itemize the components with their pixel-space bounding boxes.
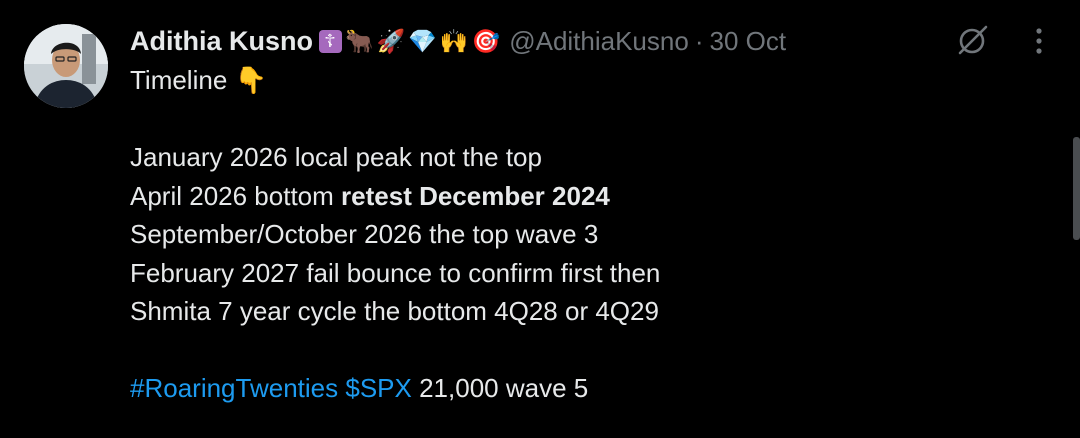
ox-emoji: 🐂 [345,27,375,54]
tweet-intro: Timeline [130,65,228,95]
avatar[interactable] [24,24,108,108]
tweet[interactable]: Adithia Kusno ☦ 🐂 🚀 💎 🙌 🎯 @AdithiaKusno … [0,0,1080,438]
author-badge-emojis: ☦ 🐂 🚀 💎 🙌 🎯 [319,28,503,55]
more-vertical-icon[interactable] [1028,24,1050,58]
timeline-line-1: January 2026 local peak not the top [130,142,542,172]
timeline-line-2-bold: retest December 2024 [341,180,610,211]
rocket-emoji: 🚀 [376,27,407,54]
separator-dot: · [694,25,704,56]
tweet-text: Timeline 👇 January 2026 local peak not t… [130,61,660,408]
scrollbar[interactable] [1073,137,1080,240]
timeline-line-2-text: April 2026 bottom [130,180,334,211]
gem-emoji: 💎 [408,27,438,54]
timeline-line-3: September/October 2026 the top wave 3 [130,219,599,249]
pointing-down-emoji: 👇 [234,65,267,95]
cashtag-link[interactable]: $SPX [345,373,412,403]
timeline-line-5: Shmita 7 year cycle the bottom 4Q28 or 4… [130,296,659,326]
author-handle[interactable]: @AdithiaKusno [509,26,689,57]
grok-icon[interactable] [952,20,992,60]
raised-hands-emoji: 🙌 [439,27,470,54]
tweet-closing-line: #RoaringTwenties $SPX 21,000 wave 5 [130,369,660,408]
orthodox-cross-emoji: ☦ [319,29,342,53]
tweet-date[interactable]: 30 Oct [710,26,787,57]
target-emoji: 🎯 [471,27,502,54]
timeline-line-2: April 2026 bottom retest December 2024 [130,177,660,216]
timeline-line-4: February 2027 fail bounce to confirm fir… [130,257,661,288]
tweet-intro-line: Timeline 👇 [130,61,660,100]
author-display-name[interactable]: Adithia Kusno [130,26,313,57]
tweet-closing-text: 21,000 wave 5 [419,373,589,403]
hashtag-link[interactable]: #RoaringTwenties [130,373,338,403]
tweet-header: Adithia Kusno ☦ 🐂 🚀 💎 🙌 🎯 @AdithiaKusno … [130,22,786,60]
